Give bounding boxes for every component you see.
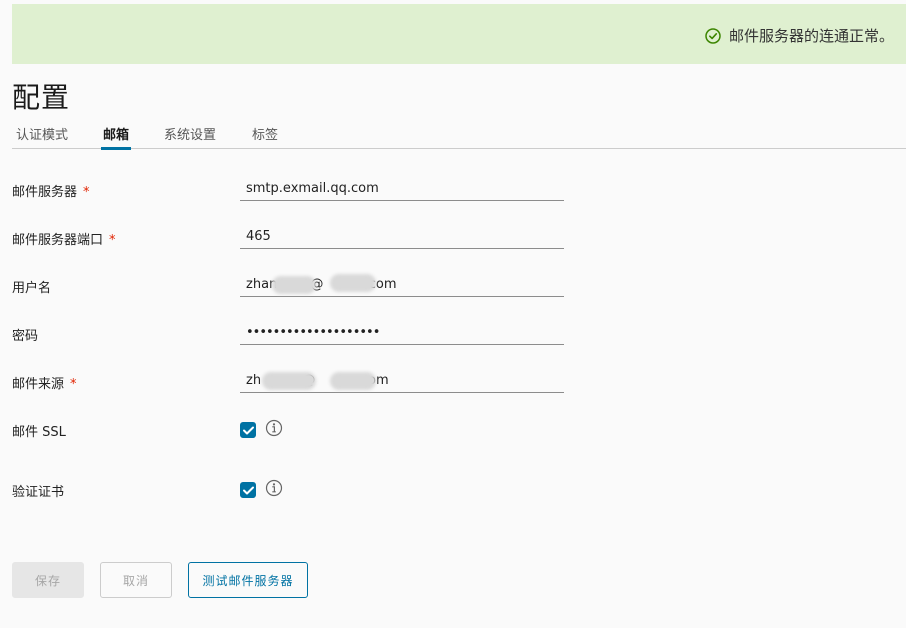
- success-alert-banner: 邮件服务器的连通正常。: [12, 4, 906, 64]
- mail-from-label: 邮件来源 *: [12, 377, 77, 392]
- checkmark-icon: [242, 426, 254, 434]
- password-label: 密码: [12, 329, 39, 344]
- required-marker: *: [70, 377, 77, 392]
- username-label: 用户名: [12, 281, 52, 296]
- check-circle-icon: [705, 27, 721, 44]
- verify-cert-checkbox[interactable]: [240, 482, 256, 498]
- tab-system-settings[interactable]: 系统设置: [162, 124, 218, 150]
- info-icon[interactable]: [265, 419, 283, 437]
- mail-port-input[interactable]: [240, 225, 564, 249]
- mail-server-input[interactable]: [240, 177, 564, 201]
- tab-email[interactable]: 邮箱: [101, 124, 132, 150]
- test-mail-server-button[interactable]: 测试邮件服务器: [188, 562, 308, 598]
- banner-message: 邮件服务器的连通正常。: [705, 25, 894, 46]
- tab-labels[interactable]: 标签: [250, 124, 280, 150]
- password-input[interactable]: [240, 321, 564, 345]
- redaction-blur: [272, 276, 316, 294]
- redaction-blur: [262, 372, 316, 390]
- cancel-button[interactable]: 取消: [100, 562, 172, 598]
- redaction-blur: [330, 372, 376, 390]
- verify-cert-label: 验证证书: [12, 485, 65, 500]
- required-marker: *: [109, 233, 116, 248]
- mail-ssl-label: 邮件 SSL: [12, 425, 66, 440]
- banner-text: 邮件服务器的连通正常。: [728, 27, 894, 45]
- mail-server-label: 邮件服务器 *: [12, 185, 90, 200]
- mail-port-label: 邮件服务器端口 *: [12, 233, 116, 248]
- page-title: 配置: [12, 81, 71, 114]
- redaction-blur: [330, 274, 376, 292]
- tab-bar: 认证模式 邮箱 系统设置 标签: [12, 116, 906, 150]
- info-icon[interactable]: [265, 479, 283, 497]
- save-button[interactable]: 保存: [12, 562, 84, 598]
- checkmark-icon: [242, 486, 254, 494]
- tab-auth-mode[interactable]: 认证模式: [14, 124, 70, 150]
- mail-ssl-checkbox[interactable]: [240, 422, 256, 438]
- required-marker: *: [83, 185, 90, 200]
